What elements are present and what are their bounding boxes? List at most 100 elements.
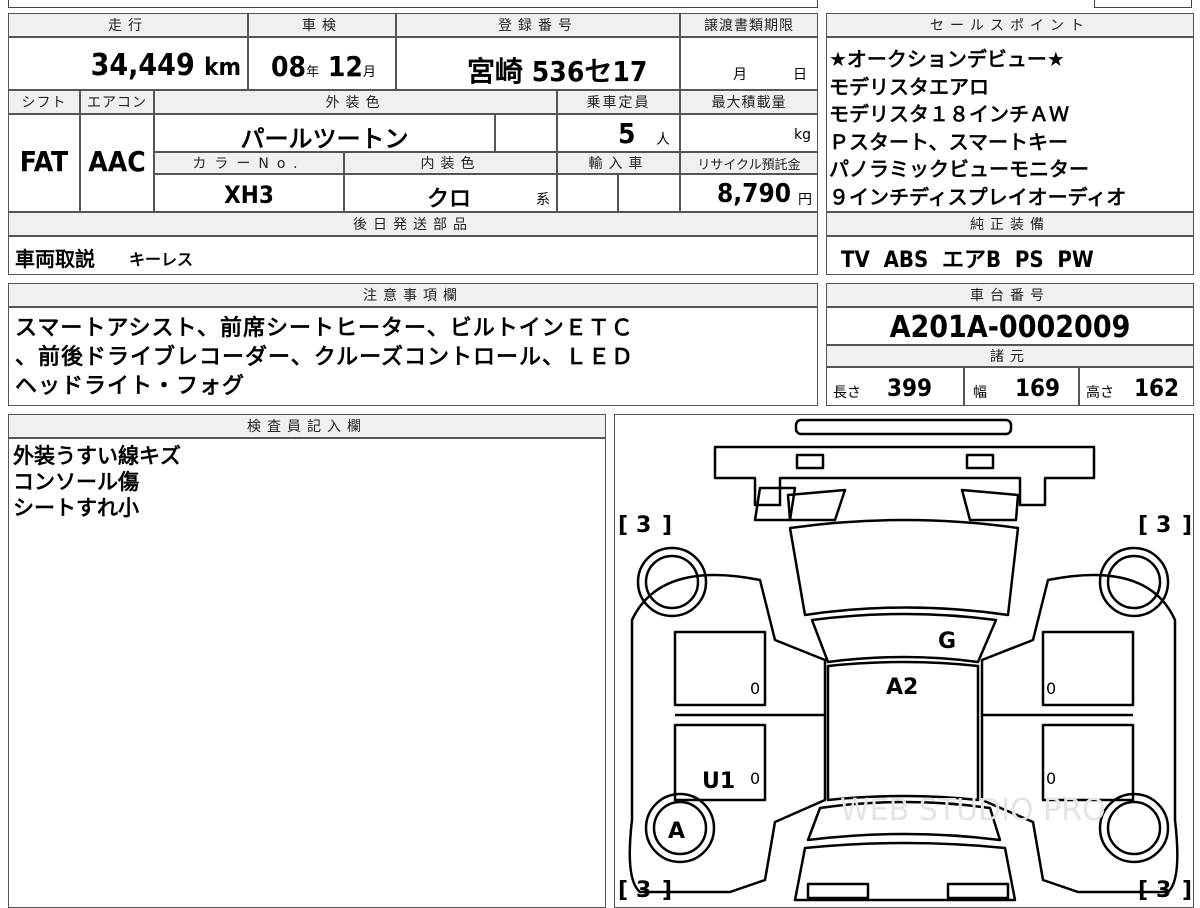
later-parts-header: 後日発送部品 — [8, 212, 818, 236]
notes-lines: スマートアシスト、前席シートヒーター、ビルトインＥＴＣ 、前後ドライブレコーダー… — [15, 314, 634, 401]
registration-value: 宮崎 536セ17 — [467, 55, 648, 88]
panel-zero-lf: 0 — [750, 679, 760, 698]
inspector-line: コンソール傷 — [13, 470, 139, 494]
inspector-lines: 外装うすい線キズ コンソール傷 シートすれ小 — [13, 443, 181, 521]
aircon-header: エアコン — [80, 90, 154, 114]
exterior-color-value: パールツートン — [240, 125, 409, 153]
spec-height-label: 高さ — [1086, 385, 1114, 401]
rear-lamp-left — [806, 882, 870, 900]
top-clipped-right — [1094, 0, 1192, 8]
spec-length-cell: 長さ 399 — [826, 367, 964, 406]
inspector-line: 外装うすい線キズ — [13, 444, 181, 468]
standard-equipment-header: 純正装備 — [826, 212, 1194, 236]
car-diagram-panel: [ 3 ] [ 3 ] [ 3 ] [ 3 ] G A2 U1 A 0 0 0 … — [614, 414, 1194, 908]
later-parts-main: 車両取説 — [15, 247, 95, 271]
registration-header: 登録番号 — [396, 13, 680, 37]
mileage-unit: km — [204, 53, 241, 81]
chassis-header: 車台番号 — [826, 283, 1194, 307]
recycle-header: リサイクル預託金 — [680, 152, 818, 174]
capacity-unit: 人 — [656, 132, 670, 148]
selling-point-line: パノラミックビューモニター — [829, 157, 1089, 181]
right-body — [980, 573, 1179, 894]
right-front-door — [1041, 630, 1135, 707]
panel-zero-lr: 0 — [750, 769, 760, 788]
shaken-cell: 08年 12月 — [248, 37, 396, 90]
tire-fl-label: [ — [618, 513, 628, 538]
color-no-value: XH3 — [224, 181, 274, 209]
import-header: 輸入車 — [557, 152, 680, 174]
hood — [788, 518, 1020, 617]
notes-header: 注意事項欄 — [8, 283, 818, 307]
front-emblem — [794, 418, 1013, 436]
spec-width-label: 幅 — [973, 385, 987, 401]
notes-line: 、前後ドライブレコーダー、クルーズコントロール、ＬＥＤ — [15, 345, 635, 370]
selling-point-line: ★オークションデビュー★ — [829, 47, 1065, 71]
transfer-deadline-cell: 月 日 — [680, 37, 818, 90]
tire-fr-label-close: ] — [1182, 513, 1192, 538]
selling-points-cell: ★オークションデビュー★ モデリスタエアロ モデリスタ１８インチＡＷ Ｐスタート… — [826, 37, 1194, 212]
exterior-color-header: 外装色 — [154, 90, 557, 114]
headlight-left — [786, 488, 847, 522]
capacity-cell: 5 人 — [557, 114, 680, 152]
damage-mark-g: G — [938, 629, 956, 654]
damage-mark-u1: U1 — [702, 769, 735, 794]
spec-width-cell: 幅 169 — [964, 367, 1079, 406]
top-clipped-row — [8, 0, 818, 8]
shaken-month-unit: 月 — [362, 65, 376, 80]
notes-line: スマートアシスト、前席シートヒーター、ビルトインＥＴＣ — [15, 316, 634, 341]
color-no-header: カラーNo. — [154, 152, 344, 174]
shift-value: FAT — [19, 145, 69, 178]
wheel-rr — [1098, 792, 1170, 864]
later-parts-sub: キーレス — [129, 250, 194, 269]
tire-rr-value: 3 — [1156, 878, 1171, 903]
color-no-cell: XH3 — [154, 174, 344, 212]
selling-point-line: ９インチディスプレイオーディオ — [829, 184, 1127, 209]
front-grille — [795, 453, 825, 470]
inspector-line: シートすれ小 — [13, 496, 139, 520]
damage-mark-a: A — [668, 819, 685, 844]
capacity-header: 乗車定員 — [557, 90, 680, 114]
tire-fr-label: [ — [1138, 513, 1148, 538]
chassis-value: A201A-0002009 — [889, 310, 1131, 345]
aircon-cell: AAC — [80, 114, 154, 212]
shift-header: シフト — [8, 90, 80, 114]
exterior-color-cell: パールツートン — [154, 114, 495, 153]
interior-color-suffix: 系 — [536, 192, 550, 208]
headlight-right — [960, 488, 1020, 522]
recycle-cell: 8,790 円 — [680, 174, 818, 212]
inspector-cell: 外装うすい線キズ コンソール傷 シートすれ小 — [8, 438, 606, 908]
notes-cell: スマートアシスト、前席シートヒーター、ビルトインＥＴＣ 、前後ドライブレコーダー… — [8, 307, 818, 406]
aircon-value: AAC — [88, 145, 146, 178]
spec-height-value: 162 — [1134, 374, 1180, 402]
import-cell-right — [618, 174, 680, 212]
selling-point-line: モデリスタ１８インチＡＷ — [829, 102, 1069, 126]
transfer-day-unit: 日 — [793, 67, 807, 83]
mileage-value: 34,449 — [90, 48, 195, 83]
mileage-value-wrap: 34,449 km — [91, 48, 241, 83]
interior-color-cell: クロ 系 — [344, 174, 557, 212]
front-grille-right — [965, 453, 995, 470]
car-diagram: [ 3 ] [ 3 ] [ 3 ] [ 3 ] G A2 U1 A 0 0 0 … — [618, 418, 1192, 903]
front-bumper-outline — [713, 445, 1096, 507]
tire-rr-label-close: ] — [1182, 878, 1192, 903]
selling-point-line: Ｐスタート、スマートキー — [829, 129, 1068, 154]
tire-rl-value: 3 — [636, 878, 651, 903]
max-load-cell: kg — [680, 114, 818, 152]
selling-points-header: セールスポイント — [826, 13, 1194, 37]
tire-rr-label: [ — [1138, 878, 1148, 903]
shaken-year: 08 — [271, 50, 307, 83]
interior-color-value: クロ — [427, 187, 472, 212]
spec-height-cell: 高さ 162 — [1079, 367, 1194, 406]
transfer-deadline-header: 譲渡書類期限 — [680, 13, 818, 37]
max-load-unit: kg — [794, 127, 811, 143]
standard-equipment-cell: TV ABS エアB PS PW — [826, 236, 1194, 275]
recycle-value: 8,790 — [717, 179, 791, 209]
watermark: WEB STUDIO PRO — [840, 793, 1106, 828]
tire-fl-value: 3 — [636, 513, 651, 538]
selling-point-line: モデリスタエアロ — [829, 74, 989, 99]
shaken-value-wrap: 08年 12月 — [271, 50, 376, 83]
tire-rl-label-close: ] — [662, 878, 672, 903]
import-cell-left — [557, 174, 618, 212]
exterior-color-extra-cell — [495, 114, 557, 152]
selling-points-list: ★オークションデビュー★ モデリスタエアロ モデリスタ１８インチＡＷ Ｐスタート… — [829, 46, 1126, 211]
